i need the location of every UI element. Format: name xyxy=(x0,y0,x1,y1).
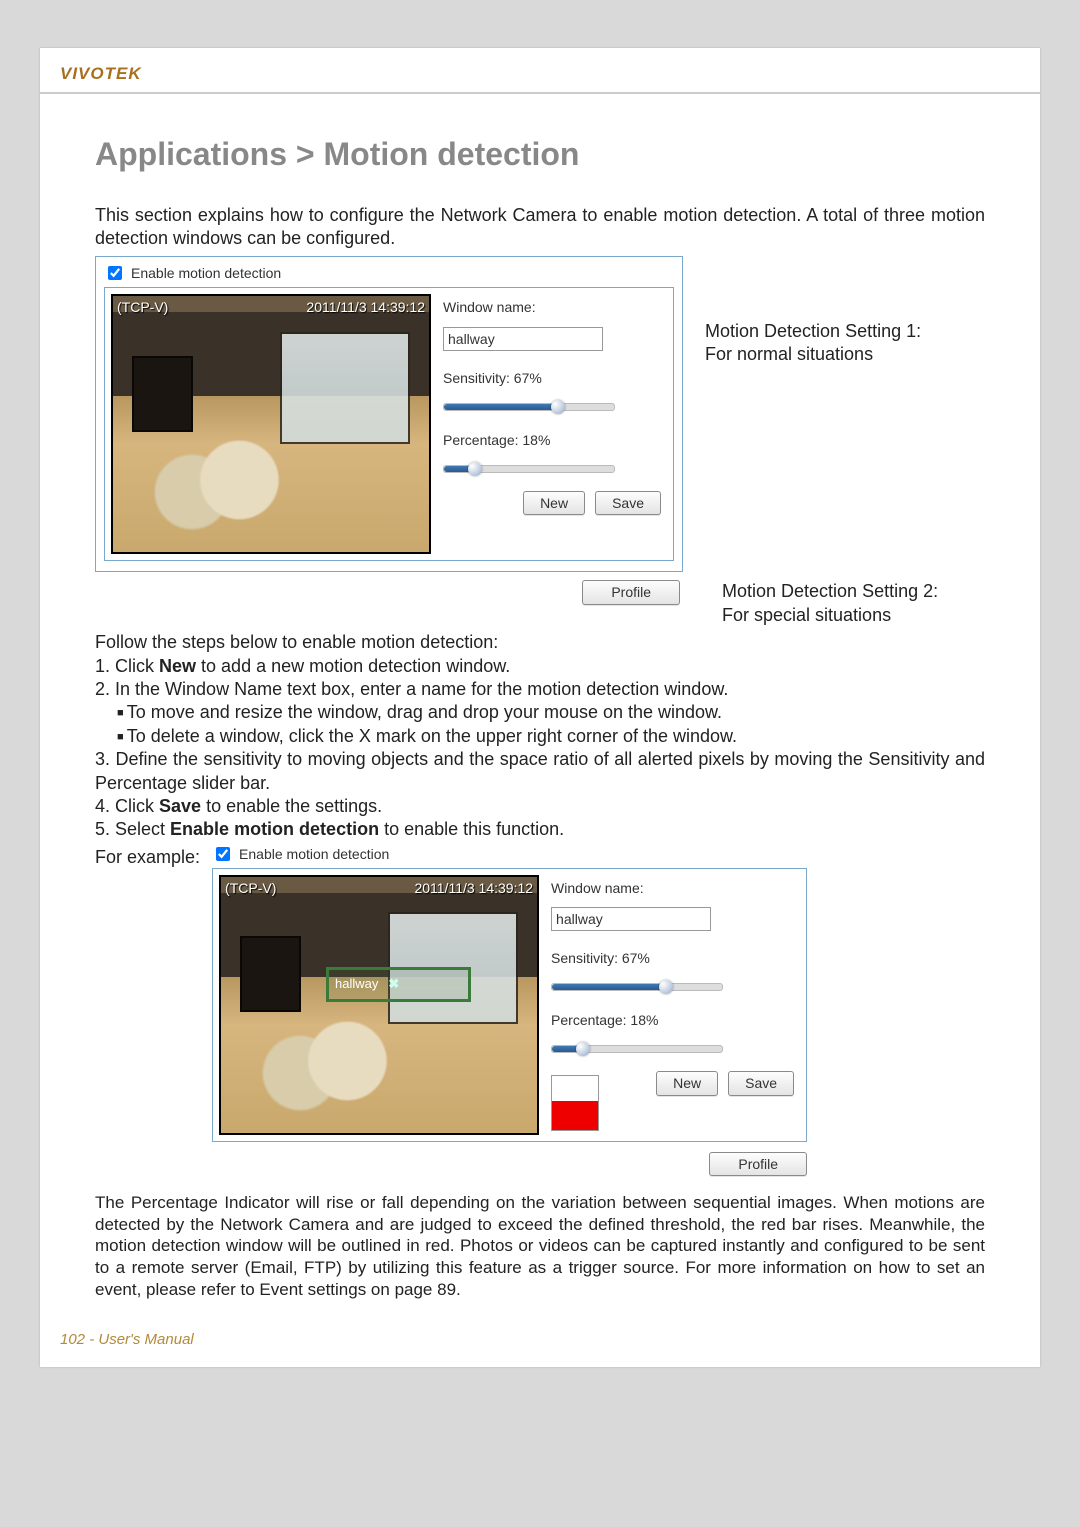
example-label: For example: xyxy=(95,844,200,869)
section-title: Applications > Motion detection xyxy=(95,134,985,176)
percentage-slider[interactable] xyxy=(443,465,615,473)
panel1-buttons: New Save xyxy=(443,491,667,515)
camera-scene-2 xyxy=(221,893,537,1133)
profile-button[interactable]: Profile xyxy=(582,580,680,604)
panel1-controls: Window name: hallway Sensitivity: 67% Pe… xyxy=(443,294,667,554)
sensitivity-slider-2[interactable] xyxy=(551,983,723,991)
percentage-label-2: Percentage: 18% xyxy=(551,1011,800,1029)
intro-paragraph: This section explains how to configure t… xyxy=(95,204,985,251)
enable-motion-checkbox[interactable] xyxy=(108,266,122,280)
step-3: 3. Define the sensitivity to moving obje… xyxy=(95,748,985,795)
panel2-controls: Window name: hallway Sensitivity: 67% Pe… xyxy=(551,875,800,1135)
motion-detection-window[interactable]: hallway ✖ xyxy=(326,967,471,1002)
brand-name: VIVOTEK xyxy=(60,64,142,83)
enable-motion-label: Enable motion detection xyxy=(131,264,281,282)
manual-page: VIVOTEK Applications > Motion detection … xyxy=(40,48,1040,1367)
md-window-label: hallway xyxy=(335,976,378,993)
example-row: For example: Enable motion detection (TC… xyxy=(95,844,985,1176)
annotation-1-line1: Motion Detection Setting 1: xyxy=(705,320,921,343)
profile-row: Profile Motion Detection Setting 2: For … xyxy=(95,580,985,627)
step-4: 4. Click Save to enable the settings. xyxy=(95,795,985,818)
page-content: Applications > Motion detection This sec… xyxy=(40,94,1040,1321)
camera-timestamp-overlay: 2011/11/3 14:39:12 xyxy=(306,298,425,316)
panel1-row: Enable motion detection (TCP-V) 2011/11/… xyxy=(95,256,985,572)
profile-button-2[interactable]: Profile xyxy=(709,1152,807,1176)
window-name-input[interactable]: hallway xyxy=(443,327,603,351)
steps: Follow the steps below to enable motion … xyxy=(95,631,985,842)
camera-preview-2[interactable]: (TCP-V) 2011/11/3 14:39:12 hallway ✖ xyxy=(219,875,539,1135)
annotation-1-line2: For normal situations xyxy=(705,343,921,366)
page-header: VIVOTEK xyxy=(40,48,1040,94)
enable-motion-checkbox-2[interactable] xyxy=(216,847,230,861)
percentage-indicator-fill xyxy=(552,1101,598,1131)
step-2-sub1: To move and resize the window, drag and … xyxy=(117,701,985,724)
percentage-slider-2[interactable] xyxy=(551,1045,723,1053)
percentage-label: Percentage: 18% xyxy=(443,431,667,449)
enable-motion-row-2: Enable motion detection xyxy=(212,844,807,864)
panel2-buttons: New Save xyxy=(609,1071,800,1095)
motion-panel-2: Enable motion detection (TCP-V) 2011/11/… xyxy=(212,844,807,1176)
camera-scene xyxy=(113,312,429,552)
camera-name-overlay-2: (TCP-V) xyxy=(225,879,276,897)
annotation-2-line1: Motion Detection Setting 2: xyxy=(722,580,938,603)
window-name-label-2: Window name: xyxy=(551,879,800,897)
motion-panel-1: Enable motion detection (TCP-V) 2011/11/… xyxy=(95,256,683,572)
step-5: 5. Select Enable motion detection to ena… xyxy=(95,818,985,841)
save-button-2[interactable]: Save xyxy=(728,1071,794,1095)
sensitivity-label: Sensitivity: 67% xyxy=(443,369,667,387)
footer-text: 102 - User's Manual xyxy=(60,1331,194,1348)
percentage-indicator xyxy=(551,1075,599,1131)
camera-name-overlay: (TCP-V) xyxy=(117,298,168,316)
step-1: 1. Click New to add a new motion detecti… xyxy=(95,655,985,678)
enable-motion-row: Enable motion detection xyxy=(104,263,674,283)
annotation-2-line2: For special situations xyxy=(722,604,938,627)
annotation-1: Motion Detection Setting 1: For normal s… xyxy=(705,256,921,365)
sensitivity-slider[interactable] xyxy=(443,403,615,411)
enable-motion-label-2: Enable motion detection xyxy=(239,845,389,863)
panel2-inner: (TCP-V) 2011/11/3 14:39:12 hallway ✖ Win… xyxy=(212,868,807,1142)
step-2: 2. In the Window Name text box, enter a … xyxy=(95,678,985,701)
page-footer: 102 - User's Manual xyxy=(40,1321,1040,1367)
window-name-label: Window name: xyxy=(443,298,667,316)
save-button[interactable]: Save xyxy=(595,491,661,515)
new-button-2[interactable]: New xyxy=(656,1071,718,1095)
new-button[interactable]: New xyxy=(523,491,585,515)
profile-btn-wrap-2: Profile xyxy=(212,1152,807,1176)
sensitivity-label-2: Sensitivity: 67% xyxy=(551,949,800,967)
steps-intro: Follow the steps below to enable motion … xyxy=(95,631,985,654)
camera-timestamp-overlay-2: 2011/11/3 14:39:12 xyxy=(414,879,533,897)
annotation-2: Motion Detection Setting 2: For special … xyxy=(722,580,938,627)
close-icon[interactable]: ✖ xyxy=(388,976,399,993)
profile-btn-wrap: Profile xyxy=(95,580,680,604)
window-name-input-2[interactable]: hallway xyxy=(551,907,711,931)
panel1-inner: (TCP-V) 2011/11/3 14:39:12 Window name: … xyxy=(104,287,674,561)
step-2-sub2: To delete a window, click the X mark on … xyxy=(117,725,985,748)
camera-preview[interactable]: (TCP-V) 2011/11/3 14:39:12 xyxy=(111,294,431,554)
closing-paragraph: The Percentage Indicator will rise or fa… xyxy=(95,1192,985,1301)
